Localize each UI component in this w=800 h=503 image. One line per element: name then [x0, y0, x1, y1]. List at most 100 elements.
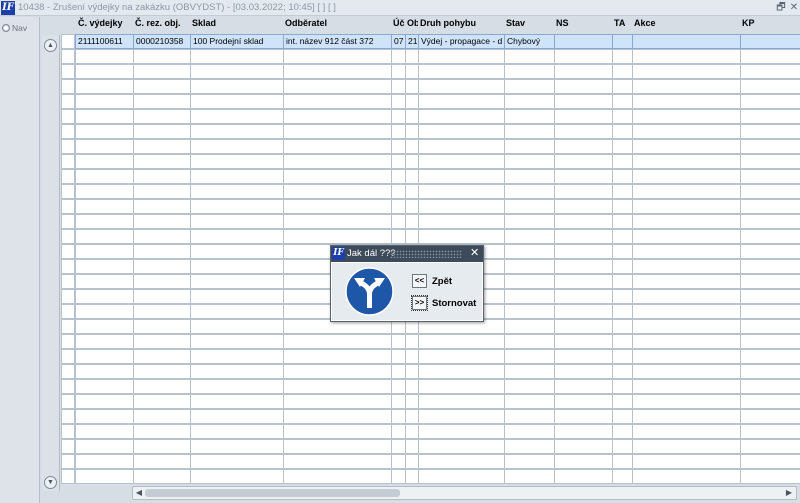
table-cell[interactable] — [283, 64, 392, 79]
table-cell[interactable] — [283, 379, 392, 394]
table-cell[interactable] — [504, 229, 555, 244]
column-header[interactable]: KP — [740, 17, 800, 34]
table-cell[interactable] — [283, 229, 392, 244]
table-row[interactable] — [61, 469, 800, 484]
table-cell[interactable] — [190, 274, 284, 289]
table-cell[interactable] — [612, 244, 633, 259]
table-cell[interactable] — [740, 49, 800, 64]
table-cell[interactable] — [133, 244, 191, 259]
table-cell[interactable] — [632, 304, 741, 319]
table-cell[interactable] — [504, 79, 555, 94]
table-cell[interactable]: int. název 912 část 372 — [283, 34, 392, 49]
table-cell[interactable] — [418, 184, 505, 199]
table-cell[interactable] — [504, 319, 555, 334]
table-cell[interactable] — [190, 454, 284, 469]
table-cell[interactable] — [283, 184, 392, 199]
table-cell[interactable] — [405, 469, 419, 484]
table-cell[interactable] — [405, 439, 419, 454]
row-header[interactable] — [61, 64, 75, 79]
row-header[interactable] — [61, 319, 75, 334]
table-cell[interactable] — [75, 109, 134, 124]
table-cell[interactable] — [612, 34, 633, 49]
table-cell[interactable] — [612, 439, 633, 454]
table-cell[interactable] — [133, 109, 191, 124]
table-cell[interactable] — [554, 319, 613, 334]
table-cell[interactable] — [133, 259, 191, 274]
table-cell[interactable] — [612, 139, 633, 154]
table-cell[interactable]: Chybový — [504, 34, 555, 49]
row-header[interactable] — [61, 34, 75, 49]
table-cell[interactable] — [75, 79, 134, 94]
table-cell[interactable] — [75, 334, 134, 349]
table-cell[interactable] — [418, 349, 505, 364]
table-cell[interactable] — [190, 289, 284, 304]
table-cell[interactable] — [632, 154, 741, 169]
table-cell[interactable] — [612, 334, 633, 349]
table-cell[interactable] — [740, 64, 800, 79]
table-cell[interactable] — [190, 109, 284, 124]
table-cell[interactable] — [504, 124, 555, 139]
scroll-up-icon[interactable]: ▲ — [44, 39, 57, 52]
table-cell[interactable] — [418, 139, 505, 154]
table-cell[interactable] — [740, 259, 800, 274]
table-cell[interactable] — [632, 349, 741, 364]
column-header[interactable]: Úč. — [391, 17, 405, 34]
table-row[interactable] — [61, 409, 800, 424]
table-cell[interactable] — [554, 394, 613, 409]
table-cell[interactable] — [418, 214, 505, 229]
row-header[interactable] — [61, 229, 75, 244]
table-cell[interactable] — [190, 364, 284, 379]
table-row[interactable] — [61, 124, 800, 139]
table-row[interactable] — [61, 79, 800, 94]
table-cell[interactable] — [283, 349, 392, 364]
table-cell[interactable] — [504, 64, 555, 79]
table-cell[interactable] — [133, 289, 191, 304]
table-row[interactable] — [61, 49, 800, 64]
table-row[interactable] — [61, 139, 800, 154]
table-cell[interactable] — [391, 199, 406, 214]
table-cell[interactable] — [418, 364, 505, 379]
table-cell[interactable] — [632, 64, 741, 79]
table-cell[interactable] — [554, 259, 613, 274]
table-cell[interactable] — [133, 124, 191, 139]
table-cell[interactable] — [133, 229, 191, 244]
table-cell[interactable] — [405, 379, 419, 394]
table-cell[interactable] — [554, 109, 613, 124]
row-header[interactable] — [61, 124, 75, 139]
table-cell[interactable] — [418, 409, 505, 424]
table-cell[interactable] — [418, 424, 505, 439]
table-cell[interactable] — [504, 109, 555, 124]
row-header[interactable] — [61, 409, 75, 424]
table-cell[interactable] — [632, 49, 741, 64]
table-cell[interactable] — [391, 349, 406, 364]
table-cell[interactable] — [740, 79, 800, 94]
row-header[interactable] — [61, 334, 75, 349]
table-cell[interactable] — [405, 229, 419, 244]
table-cell[interactable] — [190, 424, 284, 439]
table-cell[interactable] — [554, 229, 613, 244]
table-cell[interactable] — [190, 349, 284, 364]
table-cell[interactable] — [283, 109, 392, 124]
row-header[interactable] — [61, 439, 75, 454]
table-cell[interactable] — [133, 304, 191, 319]
table-cell[interactable] — [612, 109, 633, 124]
table-cell[interactable]: 2111100611 — [75, 34, 134, 49]
table-cell[interactable] — [75, 49, 134, 64]
table-cell[interactable] — [612, 349, 633, 364]
table-cell[interactable] — [283, 49, 392, 64]
table-cell[interactable]: Výdej - propagace - d — [418, 34, 505, 49]
table-cell[interactable] — [391, 64, 406, 79]
table-cell[interactable] — [740, 334, 800, 349]
table-cell[interactable] — [405, 124, 419, 139]
table-cell[interactable] — [391, 79, 406, 94]
table-cell[interactable] — [405, 94, 419, 109]
row-header[interactable] — [61, 244, 75, 259]
table-cell[interactable] — [190, 184, 284, 199]
table-cell[interactable] — [612, 364, 633, 379]
table-cell[interactable] — [391, 439, 406, 454]
table-cell[interactable] — [554, 139, 613, 154]
table-cell[interactable] — [190, 319, 284, 334]
table-cell[interactable] — [504, 454, 555, 469]
table-cell[interactable] — [190, 79, 284, 94]
table-cell[interactable] — [190, 304, 284, 319]
